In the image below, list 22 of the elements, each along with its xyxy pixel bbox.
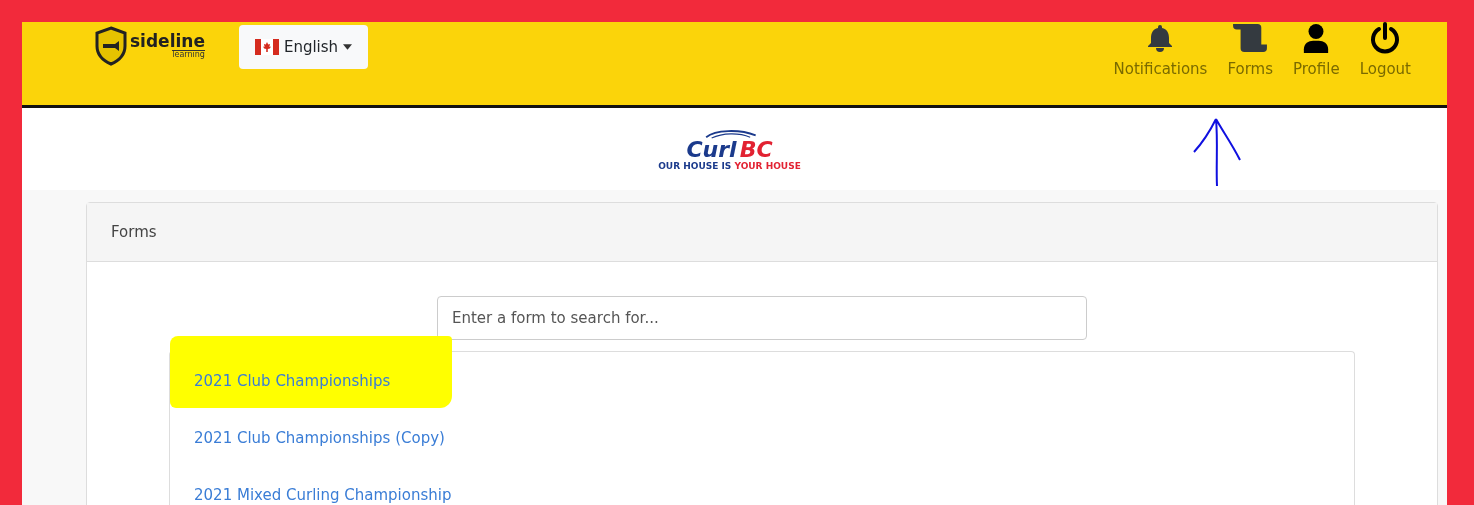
scroll-icon (1231, 22, 1270, 54)
caret-icon (343, 44, 353, 50)
nav-link[interactable]: Forms (1217, 22, 1283, 105)
nav-link[interactable]: Logout (1349, 22, 1421, 105)
card-title: Forms (111, 223, 157, 241)
nav-link[interactable]: Profile (1283, 22, 1350, 105)
language-dropdown[interactable]: English (238, 25, 369, 69)
power-icon (1369, 22, 1402, 54)
shield-logo-icon (94, 26, 128, 66)
brand-tagline: learning (172, 50, 205, 59)
slogan-start: OUR HOUSE IS (658, 160, 732, 171)
form-link[interactable]: 2021 Club Championships (Copy) (194, 428, 445, 447)
brand-name: sideline (130, 33, 205, 50)
org-initials: BC (739, 136, 773, 162)
form-link[interactable]: 2021 Club Championships (194, 371, 391, 390)
nav-link[interactable]: Notifications (1103, 22, 1218, 105)
canada-flag-icon (254, 39, 279, 55)
person-icon (1302, 22, 1331, 54)
form-link[interactable]: 2021 Mixed Curling Championship (194, 485, 452, 504)
search-field[interactable]: Enter a form to search for... (437, 296, 1087, 340)
org-name: Curl (686, 136, 737, 162)
slogan-end: YOUR HOUSE (734, 160, 801, 171)
